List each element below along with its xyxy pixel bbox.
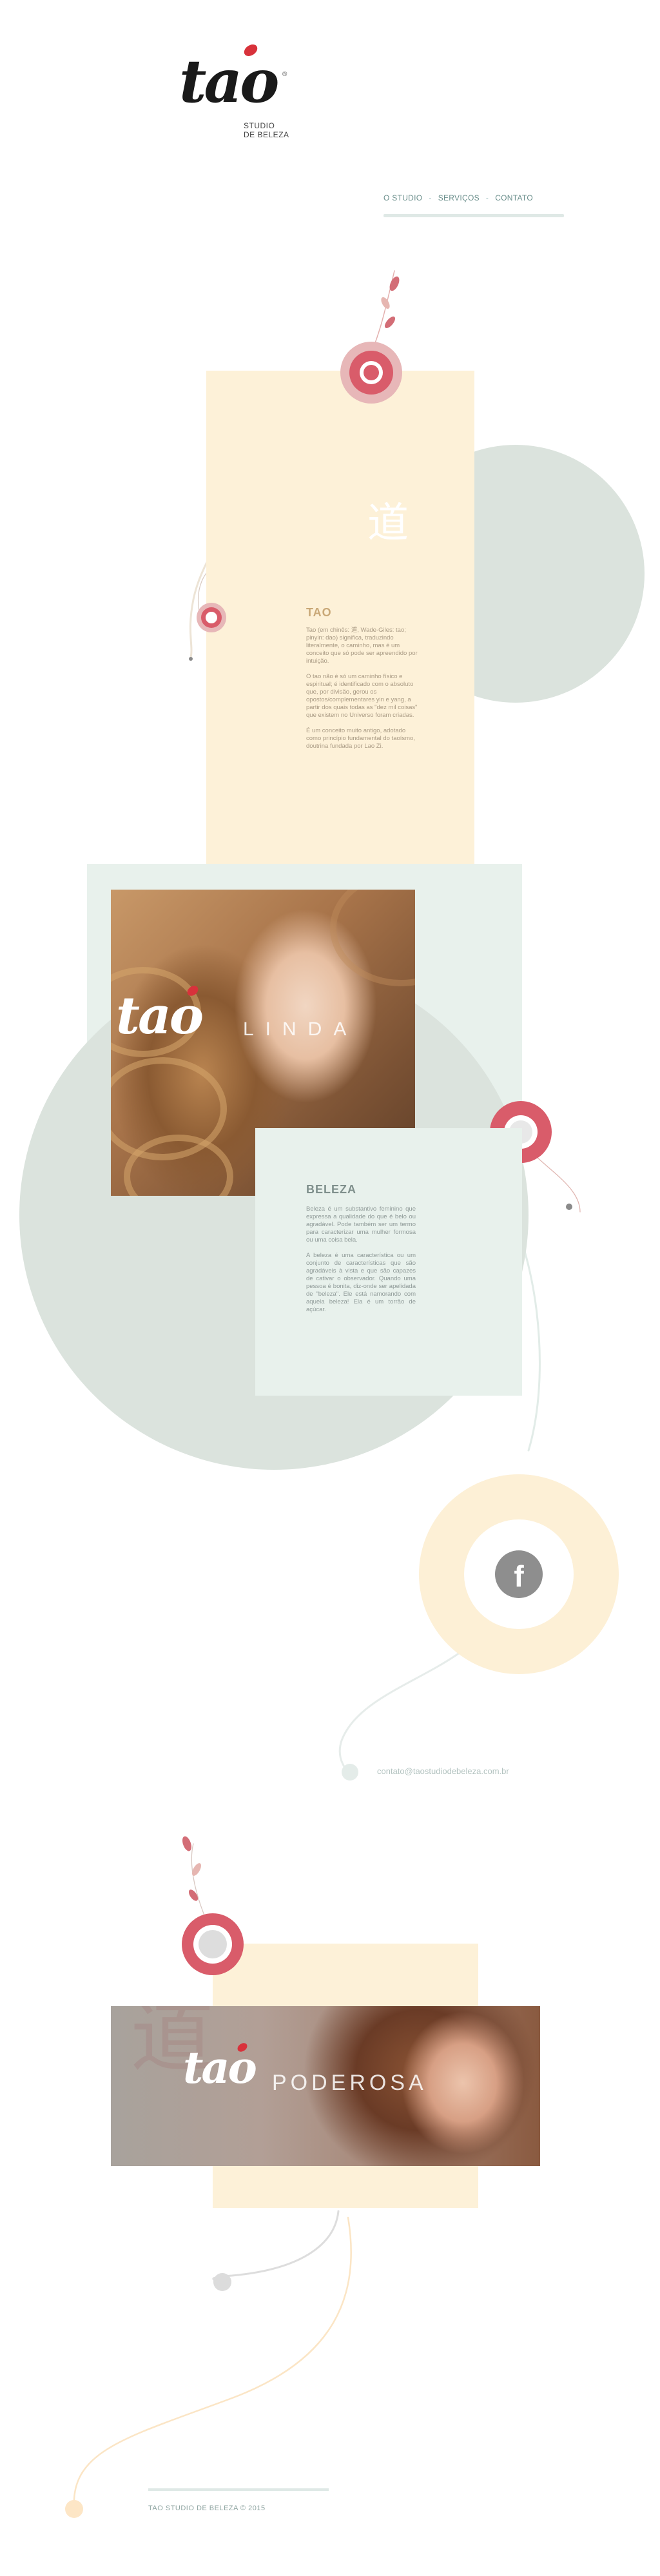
tao-title: TAO	[306, 606, 332, 619]
ornament-flower	[182, 1913, 244, 1975]
beleza-text: Beleza é um substantivo feminino que exp…	[306, 1205, 416, 1322]
facebook-ring: f	[419, 1474, 619, 1674]
contact-email-link[interactable]: contato@taostudiodebeleza.com.br	[377, 1766, 509, 1776]
beleza-title: BELEZA	[306, 1183, 356, 1196]
tao-panel	[206, 371, 474, 864]
beleza-paragraph: Beleza é um substantivo feminino que exp…	[306, 1205, 416, 1244]
photo-logo-wordmark: tao	[183, 2042, 257, 2094]
photo-logo-wordmark: tao	[116, 985, 204, 1046]
poderosa-photo-word: PODEROSA	[272, 2071, 427, 2095]
ornament-flower-small	[197, 603, 226, 632]
tao-paragraph: É um conceito muito antigo, adotado como…	[306, 727, 415, 750]
footer-copyright: TAO STUDIO DE BELEZA © 2015	[148, 2504, 266, 2512]
email-dot	[342, 1764, 358, 1781]
tao-kanji: 道	[367, 500, 409, 547]
tao-paragraph: Tao (em chinês: 道, Wade-Giles: tao; piny…	[306, 627, 418, 665]
poderosa-photo: 道 tao PODEROSA	[111, 2006, 540, 2166]
ornament-flower	[340, 342, 402, 404]
facebook-icon[interactable]: f	[495, 1550, 543, 1598]
vine-line	[212, 2210, 340, 2283]
tao-text: Tao (em chinês: 道, Wade-Giles: tao; piny…	[306, 627, 419, 758]
linda-photo-word: LINDA	[243, 1019, 358, 1040]
tao-paragraph: O tao não é só um caminho físico e espir…	[306, 673, 418, 719]
beleza-paragraph: A beleza é uma característica ou um conj…	[306, 1252, 416, 1313]
footer-divider	[148, 2488, 329, 2491]
vine-line	[73, 2216, 352, 2509]
